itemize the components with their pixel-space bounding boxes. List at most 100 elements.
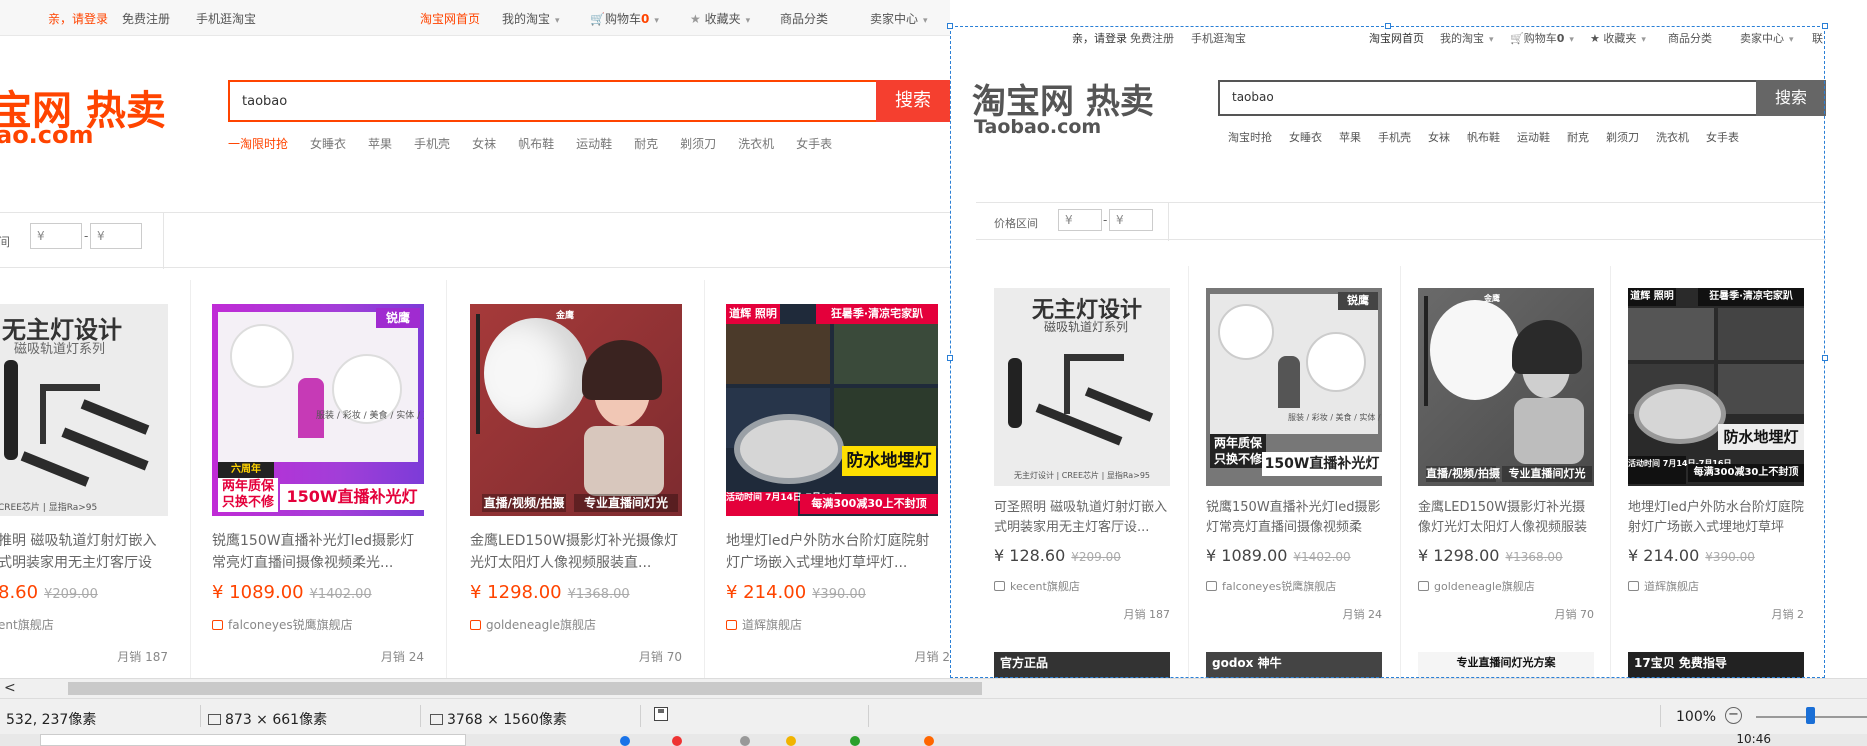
seller-center-menu[interactable]: 卖家中心 ▾ bbox=[1740, 30, 1794, 46]
shop-name[interactable]: falconeyes锐鹰旗舰店 bbox=[212, 616, 353, 633]
hot-search-word[interactable]: 淘宝时抢 bbox=[1228, 129, 1272, 145]
shop-name[interactable]: kecent旗舰店 bbox=[994, 578, 1080, 594]
product-image[interactable]: 锐鹰 服装 / 彩妆 / 美食 / 实体 / 直播 两年质保只换不修 150W直… bbox=[1206, 288, 1382, 486]
favorites-menu[interactable]: ★ 收藏夹 ▾ bbox=[690, 10, 750, 27]
hot-search-word[interactable]: 苹果 bbox=[368, 135, 392, 152]
product-title[interactable]: 推明 磁吸轨道灯射灯嵌入式明装家用无主灯客厅设计... bbox=[0, 530, 166, 574]
product-title[interactable]: 金鹰LED150W摄影灯补光摄像灯光灯太阳灯人像视频服装直... bbox=[1418, 498, 1594, 538]
product-title[interactable]: 金鹰LED150W摄影灯补光摄像灯光灯太阳灯人像视频服装直... bbox=[470, 530, 682, 574]
product-title[interactable]: 可圣照明 磁吸轨道灯射灯嵌入式明装家用无主灯客厅设... bbox=[994, 498, 1170, 538]
hot-search-word[interactable]: 女睡衣 bbox=[310, 135, 346, 152]
shop-name[interactable]: goldeneagle旗舰店 bbox=[470, 616, 596, 633]
search-button[interactable]: 搜索 bbox=[1756, 80, 1826, 116]
hot-search-word[interactable]: 运动鞋 bbox=[1517, 129, 1550, 145]
price-min-input[interactable]: ¥ bbox=[1058, 209, 1102, 231]
cart-menu[interactable]: 🛒购物车0 ▾ bbox=[590, 10, 659, 27]
app-icon[interactable] bbox=[740, 736, 750, 746]
taobao-home-link[interactable]: 淘宝网首页 bbox=[1369, 30, 1424, 46]
product-image[interactable]: 金鹰 直播/视频/拍摄 专业直播间灯光 bbox=[1418, 288, 1594, 486]
zoom-slider-thumb[interactable] bbox=[1806, 707, 1815, 724]
hot-search-word[interactable]: 洗衣机 bbox=[1656, 129, 1689, 145]
hot-search-word[interactable]: 女袜 bbox=[472, 135, 496, 152]
login-link[interactable]: 亲，请登录 bbox=[1072, 30, 1127, 46]
shop-name[interactable]: falconeyes锐鹰旗舰店 bbox=[1206, 578, 1336, 594]
search-input[interactable]: taobao bbox=[1218, 80, 1758, 116]
taobao-home-link[interactable]: 淘宝网首页 bbox=[420, 10, 480, 27]
shop-name[interactable]: ent旗舰店 bbox=[0, 616, 54, 633]
product-image[interactable]: 无主灯设计 磁吸轨道灯系列 无主灯设计 | CREE芯片 | 显指Ra>95 bbox=[994, 288, 1170, 486]
product-image-banner[interactable]: 官方正品 bbox=[994, 652, 1170, 678]
app-icon[interactable] bbox=[672, 736, 682, 746]
taskbar-search-box[interactable] bbox=[40, 734, 466, 746]
product-image-banner[interactable]: 专业直播间灯光方案 bbox=[1418, 652, 1594, 678]
search-button[interactable]: 搜索 bbox=[876, 80, 950, 122]
shop-name[interactable]: goldeneagle旗舰店 bbox=[1418, 578, 1535, 594]
register-link[interactable]: 免费注册 bbox=[1130, 30, 1174, 46]
product-title[interactable]: 锐鹰150W直播补光灯led摄影灯常亮灯直播间摄像视频柔光... bbox=[212, 530, 424, 574]
save-icon[interactable] bbox=[654, 707, 668, 725]
horizontal-scrollbar[interactable]: < bbox=[0, 678, 1867, 698]
product-image[interactable]: 道辉 照明 狂暑季·清凉宅家趴 防水地埋灯 活动时间 7月14日-7月16日 每… bbox=[1628, 288, 1804, 486]
price-min-input[interactable]: ¥ bbox=[30, 223, 82, 249]
product-title[interactable]: 锐鹰150W直播补光灯led摄影灯常亮灯直播间摄像视频柔光... bbox=[1206, 498, 1382, 538]
light-fixture-graphic bbox=[40, 384, 100, 391]
my-taobao-menu[interactable]: 我的淘宝 ▾ bbox=[1440, 30, 1494, 46]
app-icon[interactable] bbox=[620, 736, 630, 746]
app-icon[interactable] bbox=[786, 736, 796, 746]
my-taobao-menu[interactable]: 我的淘宝 ▾ bbox=[502, 10, 560, 27]
hot-search-word[interactable]: 苹果 bbox=[1339, 129, 1361, 145]
image-canvas[interactable]: 亲，请登录 免费注册 手机逛淘宝 淘宝网首页 我的淘宝 ▾ 🛒购物车0 ▾ ★ 收藏… bbox=[0, 0, 1867, 678]
price-original: ¥1402.00 bbox=[1293, 550, 1351, 564]
app-icon[interactable] bbox=[924, 736, 934, 746]
more-link[interactable]: 联 bbox=[1812, 30, 1823, 46]
hot-search-word[interactable]: 耐克 bbox=[1567, 129, 1589, 145]
divider bbox=[1168, 203, 1169, 241]
price-max-input[interactable]: ¥ bbox=[90, 223, 142, 249]
product-title[interactable]: 地埋灯led户外防水台阶灯庭院射灯广场嵌入式埋地灯草坪灯... bbox=[726, 530, 938, 574]
seller-center-menu[interactable]: 卖家中心 ▾ bbox=[870, 10, 928, 27]
shop-name[interactable]: 道辉旗舰店 bbox=[1628, 578, 1699, 594]
hot-search-word[interactable]: 女睡衣 bbox=[1289, 129, 1322, 145]
product-image[interactable]: 金鹰 直播/视频/拍摄 专业直播间灯光 bbox=[470, 304, 682, 516]
login-link[interactable]: 亲，请登录 bbox=[48, 10, 108, 27]
hot-search-word[interactable]: 女手表 bbox=[796, 135, 832, 152]
hot-search-word[interactable]: 手机壳 bbox=[414, 135, 450, 152]
hot-search-word[interactable]: 运动鞋 bbox=[576, 135, 612, 152]
shop-icon bbox=[1628, 581, 1639, 591]
register-link[interactable]: 免费注册 bbox=[122, 10, 170, 27]
cart-menu[interactable]: 🛒购物车0 ▾ bbox=[1510, 30, 1574, 46]
hot-search-word[interactable]: 女手表 bbox=[1706, 129, 1739, 145]
product-image-banner[interactable]: godox 神牛 bbox=[1206, 652, 1382, 678]
product-image[interactable]: 道辉 照明 狂暑季·清凉宅家趴 防水地埋灯 活动时间 7月14日-7月16日 每… bbox=[726, 304, 938, 516]
hot-search-word[interactable]: 一淘限时抢 bbox=[228, 135, 288, 152]
right-image-layer[interactable]: 亲，请登录 免费注册 手机逛淘宝 淘宝网首页 我的淘宝 ▾ 🛒购物车0 ▾ ★ 收藏… bbox=[950, 24, 1826, 678]
scroll-left-arrow-icon[interactable]: < bbox=[4, 680, 16, 696]
price-max-input[interactable]: ¥ bbox=[1109, 209, 1153, 231]
mobile-taobao-link[interactable]: 手机逛淘宝 bbox=[196, 10, 256, 27]
hot-search-word[interactable]: 剃须刀 bbox=[1606, 129, 1639, 145]
shop-name[interactable]: 道辉旗舰店 bbox=[726, 616, 802, 633]
zoom-out-button[interactable]: − bbox=[1725, 707, 1742, 724]
divider bbox=[868, 705, 869, 727]
hot-search-word[interactable]: 女袜 bbox=[1428, 129, 1450, 145]
product-image[interactable]: 锐鹰 服装 / 彩妆 / 美食 / 实体 / 直播 六周年 两年质保只换不修 1… bbox=[212, 304, 424, 516]
hot-search-word[interactable]: 洗衣机 bbox=[738, 135, 774, 152]
hot-search-word[interactable]: 剃须刀 bbox=[680, 135, 716, 152]
product-title[interactable]: 地埋灯led户外防水台阶灯庭院射灯广场嵌入式埋地灯草坪灯... bbox=[1628, 498, 1804, 538]
mobile-taobao-link[interactable]: 手机逛淘宝 bbox=[1191, 30, 1246, 46]
price-current: ¥ 214.00 bbox=[1628, 546, 1700, 565]
hot-search-word[interactable]: 帆布鞋 bbox=[518, 135, 554, 152]
categories-link[interactable]: 商品分类 bbox=[780, 10, 828, 27]
favorites-menu[interactable]: ★ 收藏夹 ▾ bbox=[1590, 30, 1646, 46]
hot-search-word[interactable]: 耐克 bbox=[634, 135, 658, 152]
hot-search-word[interactable]: 手机壳 bbox=[1378, 129, 1411, 145]
product-image[interactable]: 无主灯设计 磁吸轨道灯系列 CREE芯片 | 显指Ra>95 bbox=[0, 304, 168, 516]
product-image-footer: 无主灯设计 | CREE芯片 | 显指Ra>95 bbox=[1014, 471, 1150, 480]
product-image-banner[interactable]: 17宝贝 免费指导 bbox=[1628, 652, 1804, 678]
softbox-graphic bbox=[230, 324, 294, 388]
hot-search-word[interactable]: 帆布鞋 bbox=[1467, 129, 1500, 145]
app-icon[interactable] bbox=[850, 736, 860, 746]
categories-link[interactable]: 商品分类 bbox=[1668, 30, 1712, 46]
scrollbar-thumb[interactable] bbox=[68, 682, 982, 695]
search-input[interactable]: taobao bbox=[228, 80, 878, 122]
